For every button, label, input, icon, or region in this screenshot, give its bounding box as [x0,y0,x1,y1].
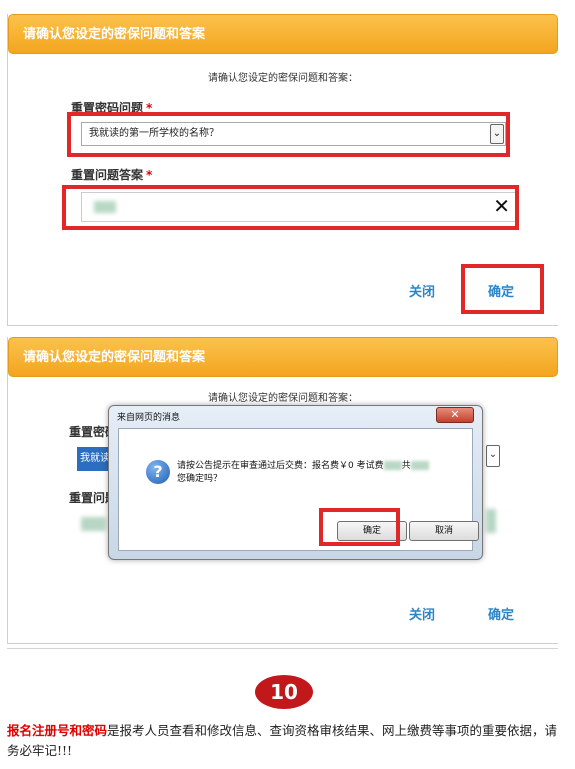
blurred-answer [486,509,496,533]
chevron-down-icon[interactable]: ⌄ [486,445,500,467]
question-label: 重置密码问题 * [71,101,153,115]
answer-label: 重置问题答案 * [71,168,153,182]
close-button[interactable]: 关闭 [409,604,435,623]
dialog-body: ? 请按公告提示在审查通过后交费：报名费￥0 考试费共 您确定吗？ 确定 取消 [118,428,479,551]
browser-confirm-dialog: 来自网页的消息 ✕ ? 请按公告提示在审查通过后交费：报名费￥0 考试费共 您确… [108,405,483,560]
dialog-title: 来自网页的消息 [117,413,181,423]
required-mark: * [146,101,153,115]
panel-header: 请确认您设定的密保问题和答案 [8,337,558,377]
security-answer-input[interactable]: ✕ [81,192,517,222]
close-button[interactable]: 关闭 [409,281,435,300]
clear-icon[interactable]: ✕ [493,194,510,218]
blurred-answer [94,201,116,213]
blurred-answer [81,517,106,531]
divider [7,648,558,649]
panel-header: 请确认您设定的密保问题和答案 [8,14,558,54]
chevron-down-icon[interactable]: ⌄ [490,124,504,144]
confirm-button[interactable]: 确定 [488,281,514,300]
dialog-message: 请按公告提示在审查通过后交费：报名费￥0 考试费共 您确定吗？ [177,460,462,486]
question-icon: ? [146,460,170,484]
required-mark: * [146,168,153,182]
prompt-text: 请确认您设定的密保问题和答案： [208,393,358,404]
step-number-badge: 10 [255,675,313,709]
confirm-button[interactable]: 确定 [488,604,514,623]
prompt-text: 请确认您设定的密保问题和答案： [208,73,358,84]
security-question-select[interactable]: 我就读的第一所学校的名称？ ⌄ [81,122,506,146]
note-highlight: 报名注册号和密码 [7,723,108,738]
blurred-amount [410,461,429,470]
bottom-note: 报名注册号和密码是报考人员查看和修改信息、查询资格审核结果、网上缴费等事项的重要… [7,721,562,761]
dialog-ok-button[interactable]: 确定 [337,521,407,541]
blurred-amount [383,461,402,470]
select-partial[interactable]: 我就读 [77,447,112,471]
close-icon[interactable]: ✕ [436,407,474,423]
confirm-panel-1: 请确认您设定的密保问题和答案 请确认您设定的密保问题和答案： 重置密码问题 * 我… [7,14,558,326]
dialog-cancel-button[interactable]: 取消 [409,521,479,541]
